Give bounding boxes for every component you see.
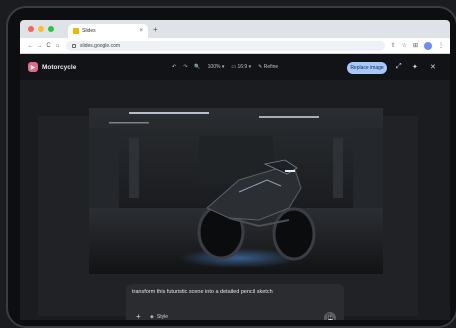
editor-canvas: transform this futuristic scene into a d…	[20, 80, 450, 320]
close-window-button[interactable]	[28, 26, 34, 32]
motorcycle-illustration	[89, 108, 383, 274]
hand-pointer-icon	[325, 313, 335, 320]
back-icon[interactable]: ←	[26, 43, 35, 49]
window-controls	[20, 26, 64, 32]
browser-address-bar: ← → C ⌂ slides.google.com ⇧ ☆ ⊞ ⋮	[20, 38, 450, 54]
browser-menu-icon[interactable]: ⋮	[438, 42, 444, 49]
image-edit-tools: ↶ ↷ 🔍 100% ▾ ▭ 16:9 ▾ ✎ Refine	[172, 54, 278, 80]
prompt-panel: transform this futuristic scene into a d…	[126, 284, 344, 320]
extensions-icon[interactable]: ⊞	[413, 42, 418, 49]
sparkle-icon[interactable]: ✦	[412, 63, 418, 71]
add-icon[interactable]: +	[136, 312, 141, 320]
motorcycle-image[interactable]	[89, 108, 383, 274]
replace-image-button[interactable]: Replace image	[347, 62, 387, 74]
redo-icon[interactable]: ↷	[183, 64, 187, 70]
lock-icon	[72, 43, 76, 48]
slides-logo-icon: ▶	[28, 62, 38, 72]
style-label: Style	[156, 314, 168, 320]
new-tab-button[interactable]: +	[153, 25, 158, 34]
slides-favicon-icon	[73, 28, 79, 34]
style-button[interactable]: ◈ Style	[150, 314, 168, 320]
minimize-window-button[interactable]	[38, 26, 44, 32]
zoom-level: 100%	[207, 64, 221, 70]
tab-title: Slides	[82, 28, 96, 34]
close-icon[interactable]: ✕	[430, 63, 436, 71]
undo-icon[interactable]: ↶	[172, 64, 176, 70]
share-icon[interactable]: ⇧	[391, 42, 396, 49]
forward-icon[interactable]: →	[35, 43, 44, 49]
reload-icon[interactable]: C	[44, 43, 53, 49]
browser-tab-bar: Slides × +	[20, 20, 450, 38]
prompt-input[interactable]: transform this futuristic scene into a d…	[132, 289, 273, 295]
tab-close-icon[interactable]: ×	[139, 28, 143, 34]
url-field[interactable]: slides.google.com	[66, 40, 385, 51]
url-text: slides.google.com	[80, 42, 121, 49]
screen: Slides × + ← → C ⌂ slides.google.com ⇧ ☆…	[20, 20, 450, 320]
refine-button[interactable]: ✎ Refine	[258, 64, 278, 70]
expand-icon[interactable]: ⤢	[396, 63, 402, 71]
zoom-level-dropdown[interactable]: 100% ▾	[208, 64, 225, 70]
document-title: Motorcycle	[42, 63, 77, 71]
bookmark-star-icon[interactable]: ☆	[402, 42, 407, 49]
profile-avatar[interactable]	[424, 41, 432, 50]
aspect-ratio: 16:9	[237, 64, 248, 70]
refine-label: Refine	[263, 64, 279, 70]
style-icon: ◈	[150, 314, 154, 320]
browser-tab-slides[interactable]: Slides ×	[68, 24, 148, 38]
aspect-ratio-dropdown[interactable]: ▭ 16:9 ▾	[231, 64, 251, 70]
zoom-icon[interactable]: 🔍	[194, 64, 200, 70]
app-toolbar: ▶ Motorcycle ↶ ↷ 🔍 100% ▾ ▭ 16:9 ▾ ✎ Ref…	[20, 54, 450, 80]
maximize-window-button[interactable]	[48, 26, 54, 32]
home-icon[interactable]: ⌂	[53, 43, 62, 49]
